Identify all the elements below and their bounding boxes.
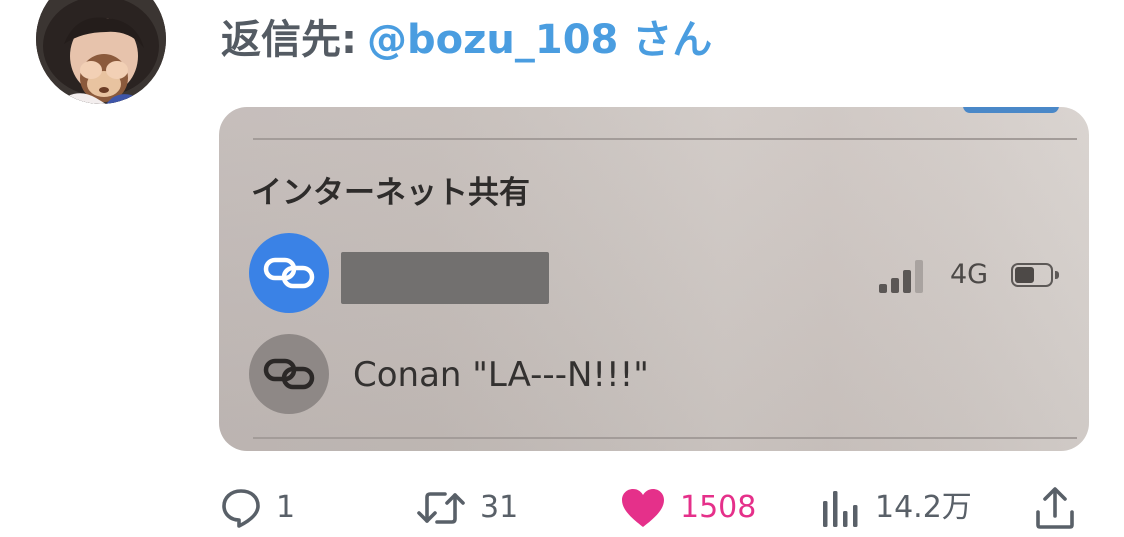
hotspot-section-title: インターネット共有 <box>251 175 530 211</box>
reply-count: 1 <box>276 490 296 525</box>
share-button[interactable] <box>1034 480 1076 536</box>
like-button[interactable]: 1508 <box>620 480 756 536</box>
hotspot-link-icon <box>249 233 329 313</box>
tweet: 返信先: @bozu_108 さん インターネット共有 4G Conan "LA… <box>0 0 1124 537</box>
photo-top-bar <box>963 107 1059 113</box>
network-type-label: 4G <box>950 259 989 290</box>
divider-bottom <box>253 437 1077 439</box>
battery-icon <box>1011 263 1059 287</box>
retweet-icon <box>417 492 465 524</box>
views-button[interactable]: 14.2万 <box>821 480 972 536</box>
redacted-device-name <box>341 252 549 304</box>
share-icon <box>1036 487 1074 529</box>
like-count: 1508 <box>680 490 757 525</box>
reply-button[interactable]: 1 <box>220 480 295 536</box>
reply-icon <box>222 489 260 528</box>
avatar[interactable] <box>36 0 166 104</box>
retweet-button[interactable]: 31 <box>416 480 518 536</box>
retweet-count: 31 <box>480 490 519 525</box>
reply-to-line: 返信先: @bozu_108 さん <box>221 12 712 68</box>
device-link-icon <box>249 334 329 414</box>
divider-top <box>253 138 1077 140</box>
views-count: 14.2万 <box>875 490 972 525</box>
reply-to-handle-link[interactable]: @bozu_108 さん <box>367 17 712 63</box>
device-name-label: Conan "LA---N!!!" <box>353 355 649 395</box>
analytics-icon <box>823 491 858 527</box>
reply-to-label: 返信先: <box>221 17 357 63</box>
attached-photo[interactable]: インターネット共有 4G Conan "LA---N!!!" <box>219 107 1089 451</box>
heart-icon <box>622 489 664 527</box>
cellular-signal-icon <box>879 259 931 293</box>
